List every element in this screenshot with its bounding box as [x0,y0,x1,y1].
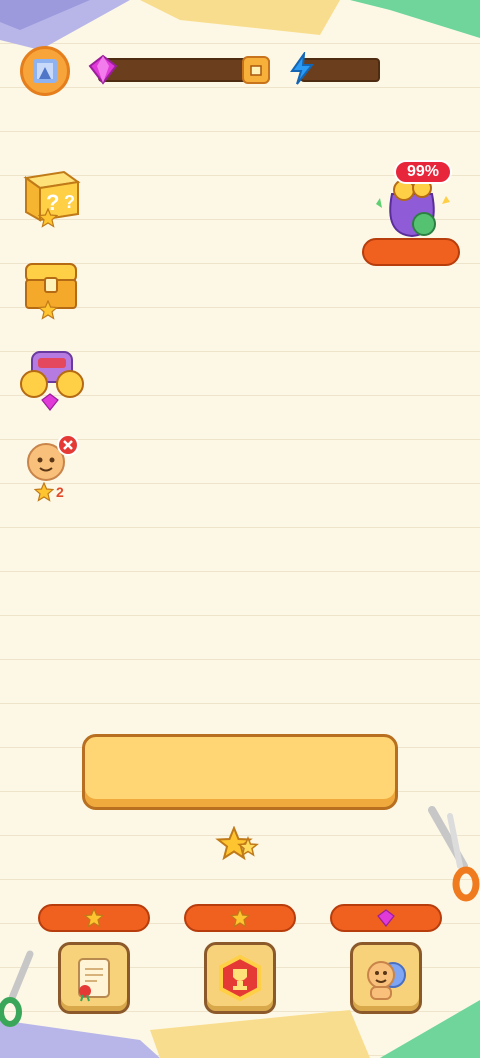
promo-offer[interactable]: 99% [362,158,462,268]
corner-decoration-top-right [350,0,480,38]
characters-cost-button[interactable] [330,904,442,932]
gem-icon [41,393,59,411]
trophy-events-button[interactable] [204,942,276,1014]
gem-icon [377,909,395,927]
character-reward-count: 2 [56,484,64,500]
character-reward-button[interactable]: 2 [22,434,84,502]
treasure-chest-button[interactable] [20,256,82,320]
promo-percent-badge: 99% [394,160,452,184]
scroll-icon [78,958,110,1002]
star-icon [38,300,58,320]
promo-percent-label: 99% [406,163,440,180]
coin-purse-button[interactable] [18,348,86,411]
svg-text:?: ? [64,192,75,212]
add-gems-button[interactable] [242,56,270,84]
corner-decoration-top-center [140,0,340,35]
mystery-box-button[interactable]: ? ? [20,166,82,228]
corner-decoration-bottom-center [150,1010,370,1058]
avatar-button[interactable] [20,46,70,96]
star-icon [38,208,58,228]
star-icon [34,482,54,502]
main-play-button[interactable] [82,734,398,810]
star-icon [84,908,104,928]
characters-button[interactable] [350,942,422,1014]
gem-icon [88,54,118,85]
scroll-quests-cost-button[interactable] [38,904,150,932]
trophy-icon [219,954,261,1002]
scroll-quests-button[interactable] [58,942,130,1014]
lightning-icon [290,52,315,85]
scissors-icon [428,806,480,902]
corner-decoration-top-left [0,0,130,50]
shop-icon [250,65,262,76]
promo-button[interactable] [362,238,460,266]
stars-icon [215,826,259,861]
avatar-icon [33,59,57,83]
scissors-icon [0,950,34,1027]
star-icon [230,908,250,928]
characters-icon [367,961,406,1000]
trophy-events-cost-button[interactable] [184,904,296,932]
